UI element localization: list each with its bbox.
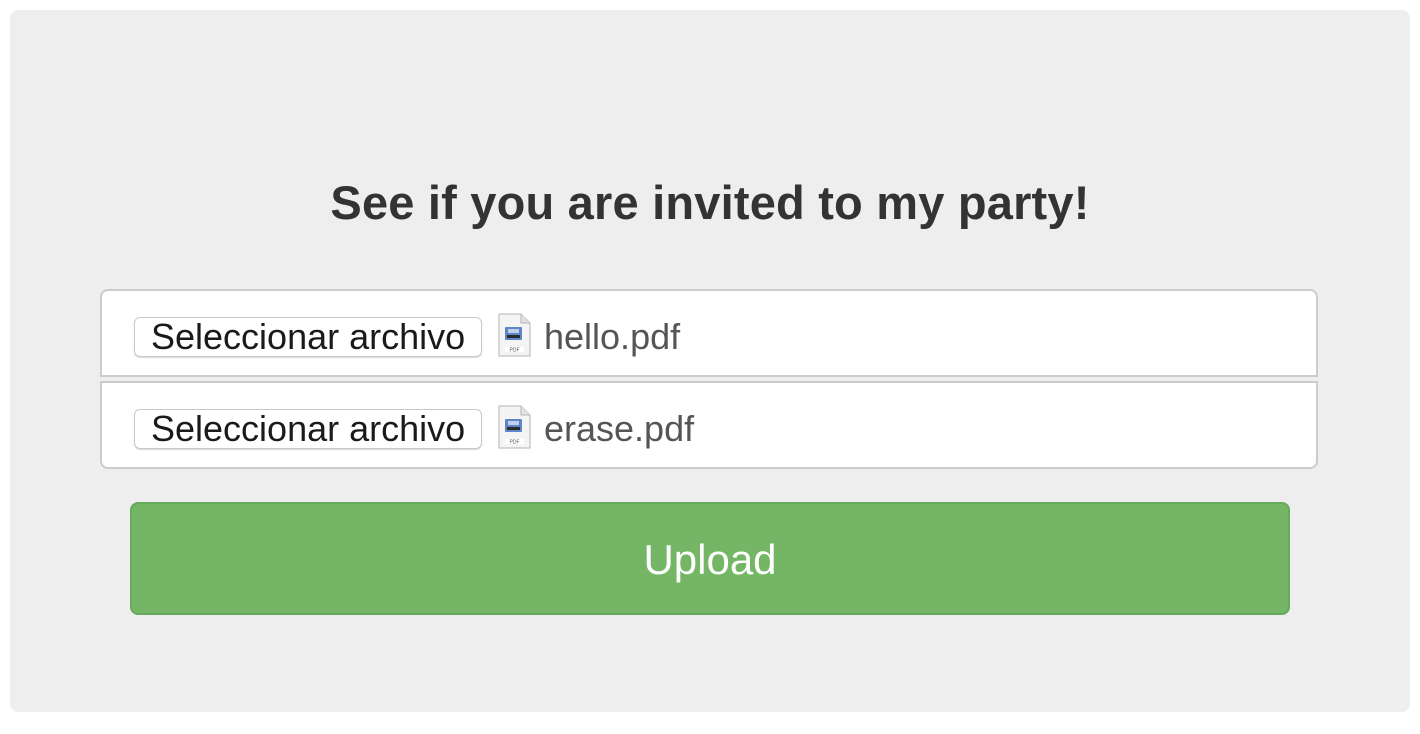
svg-text:PDF: PDF (510, 348, 520, 354)
svg-text:PDF: PDF (510, 440, 520, 446)
upload-button[interactable]: Upload (130, 502, 1290, 615)
choose-file-button[interactable]: Seleccionar archivo (134, 409, 483, 449)
pdf-file-icon: PDF (498, 405, 531, 449)
selected-file-name: hello.pdf (544, 316, 681, 357)
choose-file-button[interactable]: Seleccionar archivo (134, 317, 483, 357)
page-title: See if you are invited to my party! (330, 176, 1090, 229)
pdf-file-icon: PDF (498, 313, 531, 357)
selected-file-name: erase.pdf (544, 408, 695, 449)
file-input-1[interactable]: Seleccionar archivo PDF hello.pdf (100, 289, 1318, 377)
file-input-2[interactable]: Seleccionar archivo PDF erase.pdf (100, 381, 1318, 469)
